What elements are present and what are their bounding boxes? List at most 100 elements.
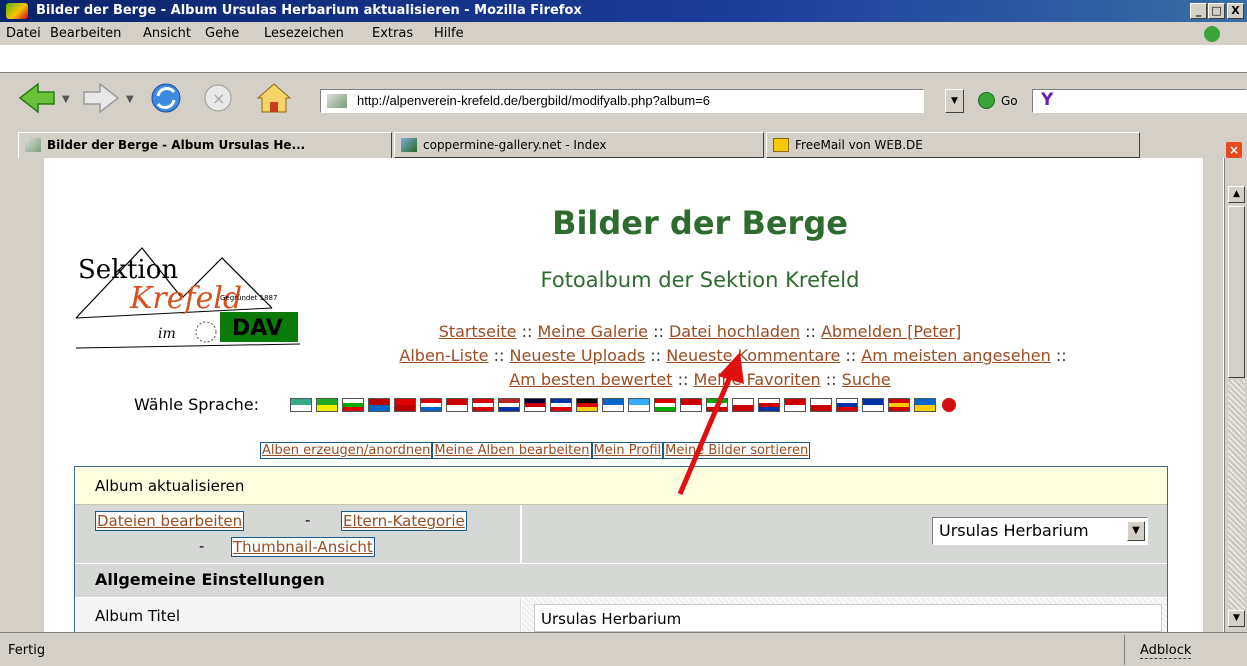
forward-dropdown-icon[interactable]: ▼ (126, 94, 134, 105)
url-dropdown-icon[interactable]: ▼ (945, 89, 964, 113)
link-meine-galerie[interactable]: Meine Galerie (537, 322, 648, 341)
language-flag-icon[interactable] (472, 398, 494, 412)
link-abmelden[interactable]: Abmelden [Peter] (821, 322, 961, 341)
link-suche[interactable]: Suche (842, 370, 891, 389)
language-flag-icon[interactable] (862, 398, 884, 412)
vertical-scrollbar[interactable]: ▲ ▼ (1224, 158, 1247, 632)
back-arrow-icon[interactable] (18, 82, 55, 114)
scroll-track[interactable] (1228, 380, 1245, 610)
nav-separator: :: (825, 370, 837, 389)
adblock-button[interactable]: Adblock (1140, 643, 1192, 659)
menu-datei[interactable]: Datei (6, 26, 41, 41)
scroll-up-icon[interactable]: ▲ (1228, 186, 1245, 203)
webde-favicon-icon (773, 138, 789, 152)
menu-bearbeiten[interactable]: Bearbeiten (50, 26, 121, 41)
coppermine-favicon-icon (401, 138, 417, 152)
alben-erzeugen-button[interactable]: Alben erzeugen/anordnen (260, 442, 433, 459)
scroll-down-icon[interactable]: ▼ (1228, 610, 1245, 627)
language-flag-icon[interactable] (914, 398, 936, 412)
link-alben-liste[interactable]: Alben-Liste (399, 346, 488, 365)
stop-icon[interactable]: × (204, 84, 232, 112)
language-flag-icon[interactable] (576, 398, 598, 412)
language-flag-icon[interactable] (316, 398, 338, 412)
tab-coppermine[interactable]: coppermine-gallery.net - Index (394, 132, 764, 158)
language-flag-icon[interactable] (368, 398, 390, 412)
tab-favicon-icon (25, 138, 41, 152)
nav-separator: :: (650, 346, 662, 365)
dateien-bearbeiten-link[interactable]: Dateien bearbeiten (95, 511, 245, 531)
menu-hilfe[interactable]: Hilfe (434, 26, 464, 41)
menu-ansicht[interactable]: Ansicht (143, 26, 191, 41)
navigation-buttons: ▼ ▼ × (18, 82, 292, 114)
language-flag-icon[interactable] (498, 398, 520, 412)
nav-links-row-1: Startseite :: Meine Galerie :: Datei hoc… (0, 322, 1222, 341)
nav-separator: :: (805, 322, 816, 341)
link-datei-hochladen[interactable]: Datei hochladen (669, 322, 800, 341)
close-tab-icon[interactable]: × (1226, 142, 1242, 158)
language-flag-icon[interactable] (888, 398, 910, 412)
go-arrow-icon[interactable] (978, 92, 995, 109)
menu-extras[interactable]: Extras (372, 26, 413, 41)
language-flag-icon[interactable] (602, 398, 624, 412)
maximize-button[interactable]: □ (1208, 3, 1225, 19)
language-flag-icon[interactable] (524, 398, 546, 412)
thumbnail-ansicht-link[interactable]: Thumbnail-Ansicht (231, 537, 375, 557)
search-input[interactable]: Y (1032, 89, 1247, 113)
language-flag-icon[interactable] (394, 398, 416, 412)
language-flag-icon[interactable] (290, 398, 312, 412)
url-text[interactable]: http://alpenverein-krefeld.de/bergbild/m… (357, 93, 710, 108)
link-neueste-uploads[interactable]: Neueste Uploads (510, 346, 646, 365)
language-flag-icon[interactable] (420, 398, 442, 412)
menu-lesezeichen[interactable]: Lesezeichen (264, 26, 344, 41)
language-flag-icon[interactable] (758, 398, 780, 412)
home-icon[interactable] (256, 83, 292, 113)
go-button[interactable]: Go (1001, 94, 1018, 108)
meine-alben-bearbeiten-button[interactable]: Meine Alben bearbeiten (432, 442, 592, 459)
language-flag-icon[interactable] (550, 398, 572, 412)
search-engine-icon: Y (1041, 90, 1054, 110)
album-form-table: Album aktualisieren Dateien bearbeiten -… (74, 466, 1168, 632)
site-favicon-icon (327, 94, 347, 108)
nav-separator: :: (1055, 346, 1067, 365)
language-flag-icon[interactable] (446, 398, 468, 412)
language-flag-icon[interactable] (784, 398, 806, 412)
status-text: Fertig (8, 643, 46, 658)
page-subtitle: Fotoalbum der Sektion Krefeld (540, 268, 860, 292)
link-separator: - (305, 511, 311, 529)
language-flag-icon[interactable] (836, 398, 858, 412)
forward-arrow-icon[interactable] (83, 82, 120, 114)
language-flag-icon[interactable] (342, 398, 364, 412)
firefox-app-icon (6, 3, 28, 19)
close-window-button[interactable]: X (1227, 3, 1244, 19)
window-title-bar: Bilder der Berge - Album Ursulas Herbari… (0, 0, 1247, 22)
scroll-thumb[interactable] (1228, 206, 1245, 378)
window-title: Bilder der Berge - Album Ursulas Herbari… (36, 3, 582, 18)
nav-separator: :: (653, 322, 664, 341)
reload-icon[interactable] (151, 83, 181, 113)
tab-bilder-der-berge[interactable]: Bilder der Berge - Album Ursulas He... (18, 132, 392, 158)
tab-freemail[interactable]: FreeMail von WEB.DE (766, 132, 1140, 158)
album-select[interactable]: Ursulas Herbarium ▼ (932, 517, 1148, 545)
menu-bar: Datei Bearbeiten Ansicht Gehe Lesezeiche… (0, 22, 1247, 46)
status-bar: Fertig Adblock (0, 632, 1247, 666)
album-title-cell: Ursulas Herbarium (522, 598, 1167, 632)
language-flag-icon[interactable] (810, 398, 832, 412)
tab-label: FreeMail von WEB.DE (795, 138, 923, 152)
link-startseite[interactable]: Startseite (439, 322, 517, 341)
mein-profil-button[interactable]: Mein Profil (591, 442, 664, 459)
select-dropdown-icon[interactable]: ▼ (1127, 521, 1145, 541)
reset-language-icon[interactable] (942, 398, 956, 412)
form-links-cell: Dateien bearbeiten - Eltern-Kategorie - … (75, 505, 521, 563)
update-status-icon[interactable] (1204, 26, 1220, 42)
link-am-besten-bewertet[interactable]: Am besten bewertet (509, 370, 672, 389)
form-select-cell: Ursulas Herbarium ▼ (522, 505, 1167, 563)
eltern-kategorie-link[interactable]: Eltern-Kategorie (341, 511, 467, 531)
url-bar[interactable]: http://alpenverein-krefeld.de/bergbild/m… (320, 89, 924, 113)
language-flag-icon[interactable] (628, 398, 650, 412)
album-title-input[interactable]: Ursulas Herbarium (534, 604, 1162, 632)
page-title: Bilder der Berge (552, 204, 848, 242)
minimize-button[interactable]: _ (1190, 3, 1207, 19)
menu-gehe[interactable]: Gehe (205, 26, 239, 41)
back-dropdown-icon[interactable]: ▼ (62, 94, 70, 105)
link-am-meisten-angesehen[interactable]: Am meisten angesehen (861, 346, 1050, 365)
